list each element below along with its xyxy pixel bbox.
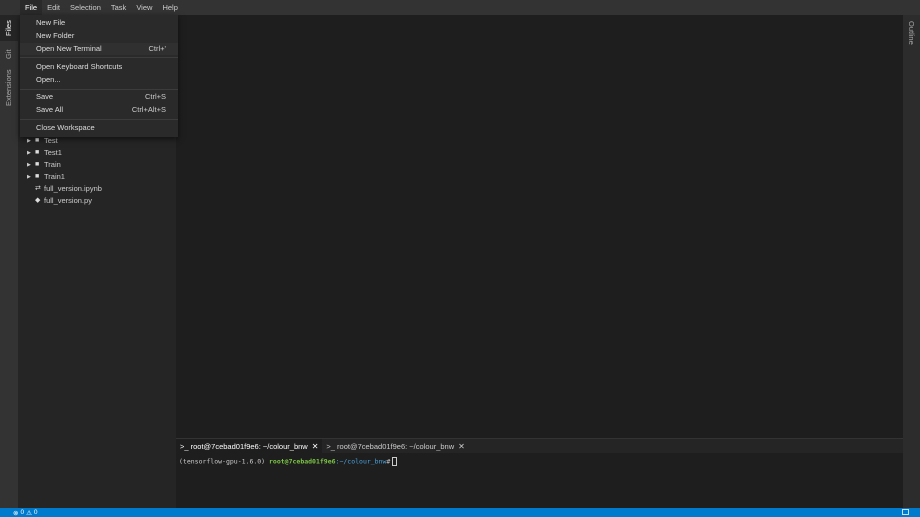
tab-files[interactable]: Files — [0, 15, 18, 41]
terminal-tabs: >_ root@7cebad01f9e6: ~/colour_bnw ✕ >_ r… — [176, 439, 903, 453]
menu-help[interactable]: Help — [157, 0, 182, 15]
error-icon[interactable]: ⊗ — [13, 509, 18, 517]
tab-git[interactable]: Git — [0, 43, 18, 65]
terminal-tab-2[interactable]: >_ root@7cebad01f9e6: ~/colour_bnw ✕ — [322, 439, 468, 453]
menu-item-open[interactable]: Open... — [20, 74, 178, 86]
folder-icon: ■ — [35, 149, 40, 156]
menu-item-new-file[interactable]: New File — [20, 17, 178, 29]
menu-separator — [20, 119, 178, 120]
folder-icon: ■ — [35, 173, 40, 180]
menu-item-save-all[interactable]: Save All Ctrl+Alt+S — [20, 104, 178, 116]
prompt-symbol: # — [386, 457, 391, 466]
terminal-tab-label: >_ root@7cebad01f9e6: ~/colour_bnw — [326, 441, 455, 451]
activity-bar: Files Git Extensions — [0, 15, 18, 508]
tree-folder-train1[interactable]: ▶ ■ Train1 — [18, 171, 176, 183]
terminal-panel: >_ root@7cebad01f9e6: ~/colour_bnw ✕ >_ r… — [176, 438, 903, 508]
terminal-tab-label: >_ root@7cebad01f9e6: ~/colour_bnw — [180, 441, 308, 451]
file-menu-dropdown: New File New Folder Open New Terminal Ctr… — [20, 15, 178, 137]
conda-env: (tensorflow-gpu-1.6.0) — [179, 457, 266, 466]
prompt-path: :~/colour_bnw — [335, 457, 387, 466]
terminal-tab-1[interactable]: >_ root@7cebad01f9e6: ~/colour_bnw ✕ — [176, 439, 323, 453]
file-name: Train1 — [44, 172, 65, 181]
status-bar: ⊗ 0 ⚠ 0 — [0, 508, 920, 517]
chevron-right-icon: ▶ — [27, 150, 31, 156]
right-sidebar: Outline — [903, 15, 920, 508]
menu-item-save[interactable]: Save Ctrl+S — [20, 91, 178, 103]
file-name: full_version.ipynb — [44, 184, 102, 193]
tree-file-py[interactable]: ◆ full_version.py — [18, 195, 176, 207]
menu-selection[interactable]: Selection — [65, 0, 106, 15]
menu-separator — [20, 57, 178, 58]
tab-extensions[interactable]: Extensions — [0, 67, 18, 109]
folder-icon: ■ — [35, 161, 40, 168]
terminal-output[interactable]: (tensorflow-gpu-1.6.0) root@7cebad01f9e6… — [176, 453, 903, 470]
menu-file[interactable]: File — [20, 0, 43, 15]
menu-item-open-new-terminal[interactable]: Open New Terminal Ctrl+' — [20, 43, 178, 55]
warning-count[interactable]: 0 — [34, 509, 38, 516]
file-name: Train — [44, 160, 61, 169]
menu-item-close-workspace[interactable]: Close Workspace — [20, 122, 178, 134]
tree-file-ipynb[interactable]: ⇄ full_version.ipynb — [18, 183, 176, 195]
python-file-icon: ◆ — [35, 197, 41, 204]
close-icon[interactable]: ✕ — [312, 442, 319, 451]
file-name: Test1 — [44, 148, 62, 157]
menu-item-open-keyboard-shortcuts[interactable]: Open Keyboard Shortcuts — [20, 61, 178, 73]
menu-separator — [20, 89, 178, 90]
error-count[interactable]: 0 — [20, 509, 24, 516]
close-icon[interactable]: ✕ — [458, 442, 465, 451]
shortcut: Ctrl+' — [148, 44, 166, 53]
menu-bar: File Edit Selection Task View Help — [0, 0, 920, 15]
chevron-right-icon: ▶ — [27, 174, 31, 180]
tree-folder-test1[interactable]: ▶ ■ Test1 — [18, 147, 176, 159]
terminal-cursor — [392, 457, 398, 466]
shortcut: Ctrl+S — [144, 92, 166, 101]
editor-area — [176, 15, 903, 438]
prompt-user: root@7cebad01f9e6 — [269, 457, 336, 466]
menu-edit[interactable]: Edit — [42, 0, 65, 15]
panel-toggle-icon[interactable] — [902, 509, 909, 515]
warning-icon[interactable]: ⚠ — [26, 509, 32, 517]
menu-item-new-folder[interactable]: New Folder — [20, 30, 178, 42]
chevron-right-icon: ▶ — [27, 162, 31, 168]
tree-folder-train[interactable]: ▶ ■ Train — [18, 159, 176, 171]
file-name: full_version.py — [44, 196, 92, 205]
notebook-icon: ⇄ — [35, 185, 41, 192]
shortcut: Ctrl+Alt+S — [131, 105, 166, 114]
menu-task[interactable]: Task — [106, 0, 131, 15]
tab-outline[interactable]: Outline — [903, 21, 920, 45]
menu-view[interactable]: View — [131, 0, 157, 15]
